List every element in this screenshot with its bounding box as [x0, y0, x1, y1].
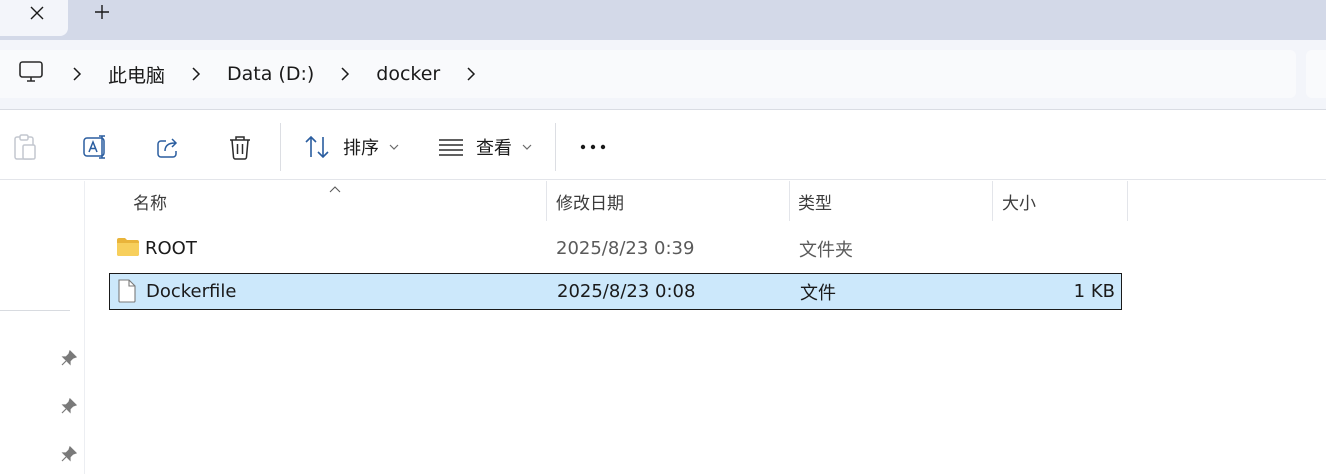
column-header-type-label: 类型	[798, 193, 832, 214]
pin-icon[interactable]	[60, 349, 78, 367]
rename-icon	[82, 133, 110, 161]
column-resize-handle[interactable]	[789, 181, 790, 221]
address-bar-area: 此电脑 Data (D:) docker	[0, 40, 1326, 110]
column-header-date[interactable]: 修改日期	[556, 181, 786, 221]
sort-button[interactable]: 排序	[303, 130, 399, 164]
tab-strip	[0, 0, 1326, 40]
new-tab-button[interactable]	[90, 2, 114, 26]
breadcrumb-item-this-pc[interactable]: 此电脑	[84, 61, 189, 88]
delete-button[interactable]	[226, 130, 254, 164]
column-header-type[interactable]: 类型	[798, 181, 988, 221]
file-row-dockerfile[interactable]: Dockerfile 2025/8/23 0:08 文件 1 KB	[109, 273, 1122, 310]
file-name: Dockerfile	[146, 281, 237, 302]
share-icon	[155, 133, 183, 161]
file-icon	[117, 279, 139, 303]
search-box[interactable]	[1306, 50, 1326, 98]
file-type: 文件	[800, 282, 836, 304]
chevron-right-icon[interactable]	[70, 64, 84, 84]
column-header-name[interactable]: 名称	[133, 181, 543, 221]
pin-icon[interactable]	[60, 445, 78, 463]
list-view-icon	[438, 137, 464, 157]
column-resize-handle[interactable]	[546, 181, 547, 221]
more-icon	[580, 143, 606, 151]
column-header-date-label: 修改日期	[556, 193, 624, 214]
file-name: ROOT	[145, 238, 197, 259]
active-tab[interactable]	[0, 0, 68, 36]
clipboard-icon	[12, 133, 38, 161]
close-tab-button[interactable]	[26, 4, 48, 26]
view-label: 查看	[476, 138, 512, 159]
column-resize-handle[interactable]	[1127, 181, 1128, 221]
trash-icon	[226, 133, 254, 161]
folder-icon	[116, 236, 139, 260]
paste-button[interactable]	[12, 130, 38, 164]
file-size: 1 KB	[1073, 281, 1115, 302]
nav-divider	[0, 310, 70, 311]
toolbar-divider	[555, 123, 556, 171]
share-button[interactable]	[155, 130, 183, 164]
chevron-right-icon[interactable]	[338, 64, 352, 84]
chevron-down-icon	[522, 143, 532, 151]
chevron-right-icon[interactable]	[189, 64, 203, 84]
sort-arrows-icon	[303, 134, 331, 160]
rename-button[interactable]	[82, 130, 110, 164]
file-type: 文件夹	[799, 239, 853, 261]
column-header-name-label: 名称	[133, 193, 167, 214]
column-header-size[interactable]: 大小	[1002, 181, 1122, 221]
navigation-pane[interactable]	[0, 181, 85, 474]
breadcrumb-item-drive[interactable]: Data (D:)	[203, 63, 338, 85]
plus-icon	[94, 4, 110, 24]
chevron-right-icon[interactable]	[464, 64, 478, 84]
breadcrumb[interactable]: 此电脑 Data (D:) docker	[0, 50, 1296, 98]
this-pc-button[interactable]	[16, 59, 46, 89]
pin-icon[interactable]	[60, 397, 78, 415]
file-modified-date: 2025/8/23 0:08	[557, 281, 696, 302]
command-bar: 排序 查看	[0, 111, 1326, 180]
sort-label: 排序	[343, 138, 379, 159]
toolbar-divider	[280, 123, 281, 171]
more-options-button[interactable]	[580, 130, 606, 164]
file-row-root[interactable]: ROOT 2025/8/23 0:39 文件夹	[109, 230, 1122, 267]
file-modified-date: 2025/8/23 0:39	[556, 238, 695, 259]
view-button[interactable]: 查看	[438, 130, 532, 164]
close-icon	[29, 5, 45, 25]
computer-icon	[18, 60, 44, 88]
breadcrumb-item-docker[interactable]: docker	[352, 63, 464, 85]
column-resize-handle[interactable]	[992, 181, 993, 221]
column-header-size-label: 大小	[1002, 193, 1036, 214]
chevron-down-icon	[389, 143, 399, 151]
file-list[interactable]: 名称 修改日期 类型 大小 ROOT 2025/8/23 0:39 文件夹 Do…	[86, 181, 1326, 474]
